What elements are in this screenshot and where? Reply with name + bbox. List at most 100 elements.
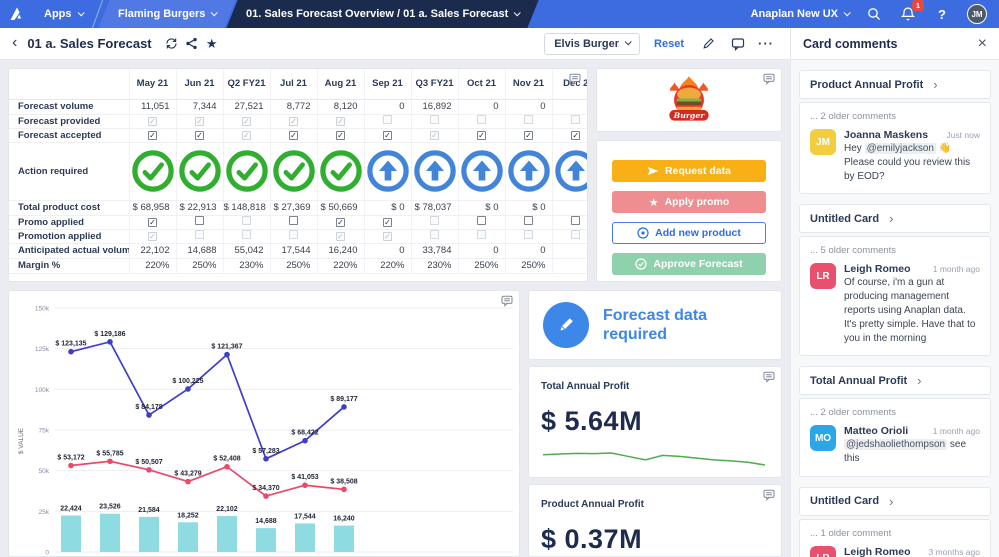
- request-data-button[interactable]: Request data: [612, 160, 766, 182]
- grid-cell[interactable]: 230%: [411, 258, 458, 273]
- grid-cell[interactable]: [505, 142, 552, 200]
- checkbox[interactable]: [477, 230, 486, 239]
- grid-cell[interactable]: ✓: [505, 128, 552, 142]
- thread-card-link[interactable]: Untitled Card›: [799, 204, 991, 233]
- grid-cell[interactable]: 250%: [176, 258, 223, 273]
- checkbox[interactable]: [195, 216, 204, 225]
- grid-cell[interactable]: [552, 215, 587, 229]
- grid-cell[interactable]: ✓: [364, 128, 411, 142]
- grid-cell[interactable]: [411, 229, 458, 243]
- grid-cell[interactable]: $ 0: [458, 200, 505, 215]
- grid-cell[interactable]: ✓: [176, 114, 223, 128]
- checkbox[interactable]: [242, 230, 251, 239]
- grid-cell[interactable]: ✓: [364, 229, 411, 243]
- thread-card-link[interactable]: Product Annual Profit›: [799, 70, 991, 99]
- grid-cell[interactable]: 220%: [364, 258, 411, 273]
- grid-cell[interactable]: ✓: [270, 128, 317, 142]
- grid-cell[interactable]: [176, 229, 223, 243]
- grid-column-header[interactable]: May 21: [129, 69, 176, 99]
- nav-apps[interactable]: Apps: [34, 0, 93, 28]
- checkbox[interactable]: ✓: [289, 117, 298, 126]
- grid-cell[interactable]: 0: [505, 99, 552, 114]
- grid-cell[interactable]: [552, 114, 587, 128]
- grid-cell[interactable]: ✓: [129, 229, 176, 243]
- mention-chip[interactable]: @jedshaoliethompson: [844, 439, 947, 450]
- grid-cell[interactable]: [458, 215, 505, 229]
- grid-cell[interactable]: 8,120: [317, 99, 364, 114]
- checkbox[interactable]: ✓: [336, 218, 345, 227]
- grid-cell[interactable]: ✓: [552, 128, 587, 142]
- checkbox[interactable]: ✓: [571, 131, 580, 140]
- grid-cell[interactable]: 17,544: [270, 243, 317, 258]
- checkbox[interactable]: ✓: [242, 117, 251, 126]
- checkbox[interactable]: ✓: [336, 232, 345, 241]
- checkbox[interactable]: ✓: [430, 131, 439, 140]
- grid-cell[interactable]: 14,688: [176, 243, 223, 258]
- grid-cell[interactable]: 55,042: [223, 243, 270, 258]
- grid-cell[interactable]: 7,344: [176, 99, 223, 114]
- grid-cell[interactable]: ✓: [129, 128, 176, 142]
- checkbox[interactable]: [430, 230, 439, 239]
- share-icon[interactable]: [182, 34, 202, 54]
- grid-cell[interactable]: [458, 114, 505, 128]
- grid-cell[interactable]: 0: [505, 243, 552, 258]
- grid-cell[interactable]: ✓: [317, 114, 364, 128]
- grid-cell[interactable]: 8,772: [270, 99, 317, 114]
- grid-cell[interactable]: $ 68,958: [129, 200, 176, 215]
- search-icon[interactable]: [865, 5, 883, 23]
- grid-cell[interactable]: [129, 142, 176, 200]
- grid-cell[interactable]: [552, 229, 587, 243]
- add-new-product-button[interactable]: Add new product: [612, 222, 766, 244]
- reset-button[interactable]: Reset: [654, 38, 684, 50]
- checkbox[interactable]: ✓: [524, 131, 533, 140]
- thread-card-link[interactable]: Untitled Card›: [799, 487, 991, 516]
- edit-pencil-icon[interactable]: [698, 34, 718, 54]
- checkbox[interactable]: ✓: [195, 131, 204, 140]
- checkbox[interactable]: [289, 216, 298, 225]
- grid-cell[interactable]: $ 50,669: [317, 200, 364, 215]
- grid-cell[interactable]: ✓: [317, 229, 364, 243]
- grid-cell[interactable]: [270, 215, 317, 229]
- page-selector-dropdown[interactable]: Elvis Burger: [544, 33, 640, 55]
- grid-cell[interactable]: 250%: [505, 258, 552, 273]
- grid-cell[interactable]: [223, 142, 270, 200]
- close-icon[interactable]: ×: [978, 36, 987, 52]
- grid-cell[interactable]: $ 0: [505, 200, 552, 215]
- grid-cell[interactable]: [505, 229, 552, 243]
- grid-cell[interactable]: $ 27,369: [270, 200, 317, 215]
- grid-column-header[interactable]: Jul 21: [270, 69, 317, 99]
- grid-cell[interactable]: ✓: [364, 215, 411, 229]
- grid-cell[interactable]: ✓: [458, 128, 505, 142]
- card-comment-indicator-icon[interactable]: [569, 72, 581, 90]
- grid-cell[interactable]: ✓: [270, 114, 317, 128]
- checkbox[interactable]: [477, 216, 486, 225]
- checkbox[interactable]: ✓: [148, 131, 157, 140]
- checkbox[interactable]: [430, 115, 439, 124]
- grid-cell[interactable]: 0: [458, 99, 505, 114]
- grid-cell[interactable]: [552, 200, 587, 215]
- checkbox[interactable]: ✓: [195, 117, 204, 126]
- checkbox[interactable]: [571, 230, 580, 239]
- grid-cell[interactable]: ✓: [223, 114, 270, 128]
- grid-cell[interactable]: 33,784: [411, 243, 458, 258]
- grid-cell[interactable]: 230%: [223, 258, 270, 273]
- grid-cell[interactable]: [552, 243, 587, 258]
- grid-cell[interactable]: [270, 142, 317, 200]
- grid-cell[interactable]: [364, 114, 411, 128]
- back-chevron-icon[interactable]: ‹: [12, 34, 17, 52]
- forecast-grid[interactable]: May 21Jun 21Q2 FY21Jul 21Aug 21Sep 21Q3 …: [9, 69, 587, 281]
- grid-cell[interactable]: [505, 114, 552, 128]
- grid-cell[interactable]: [458, 229, 505, 243]
- grid-cell[interactable]: 16,240: [317, 243, 364, 258]
- comments-icon[interactable]: [728, 34, 748, 54]
- grid-cell[interactable]: ✓: [223, 128, 270, 142]
- grid-cell[interactable]: $ 0: [364, 200, 411, 215]
- older-comments-link[interactable]: ... 1 older comment: [810, 528, 980, 539]
- grid-column-header[interactable]: Q2 FY21: [223, 69, 270, 99]
- grid-cell[interactable]: [552, 99, 587, 114]
- more-options-icon[interactable]: ···: [758, 36, 774, 51]
- grid-cell[interactable]: [505, 215, 552, 229]
- grid-cell[interactable]: ✓: [317, 128, 364, 142]
- card-comment-indicator-icon[interactable]: [501, 294, 513, 312]
- card-comment-indicator-icon[interactable]: [763, 72, 775, 90]
